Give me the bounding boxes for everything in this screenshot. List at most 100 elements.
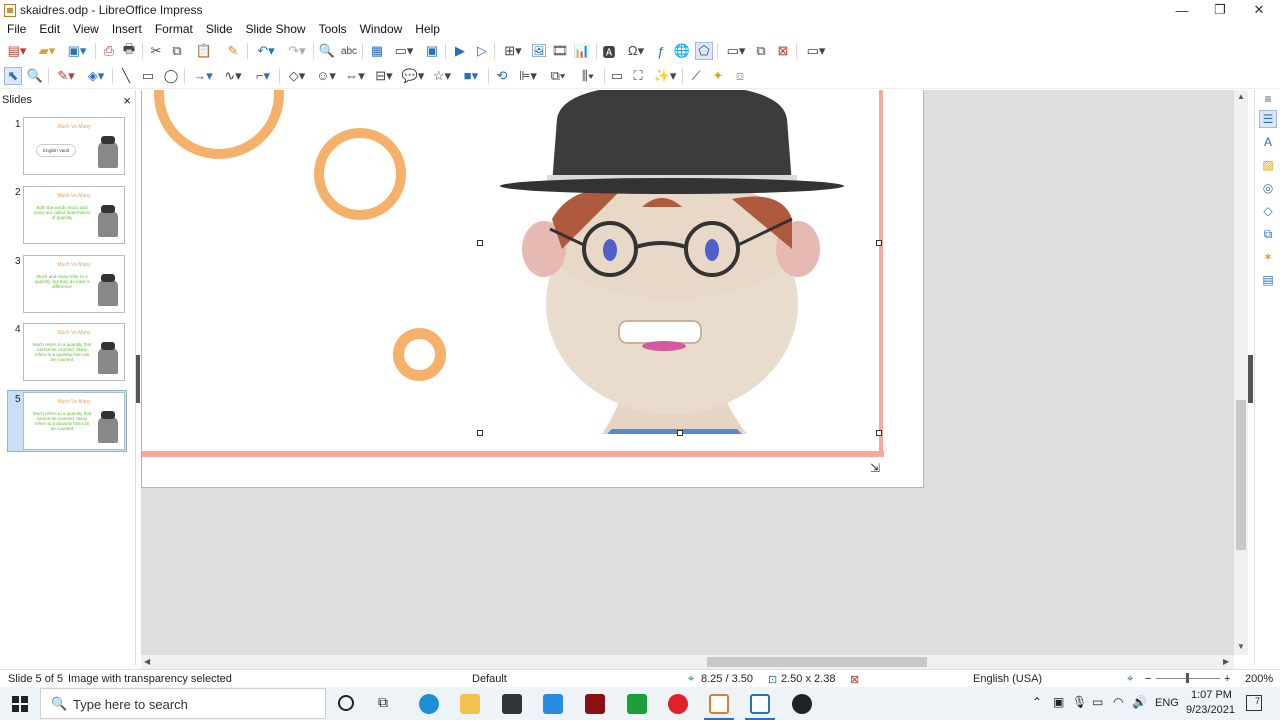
- slide-workarea[interactable]: ⇲: [141, 90, 1234, 655]
- impress-taskbar-icon[interactable]: [709, 694, 729, 714]
- scroll-thumb[interactable]: [707, 657, 927, 667]
- volume-icon[interactable]: 🔊: [1132, 695, 1147, 709]
- tray-app-icon[interactable]: ▣: [1053, 695, 1064, 709]
- line-color-icon[interactable]: ✎▾: [52, 67, 80, 85]
- connectors-icon[interactable]: ⌐▾: [249, 67, 277, 85]
- scroll-right-icon[interactable]: ▶: [1223, 657, 1229, 666]
- slide-thumbnail-5[interactable]: Much Vs Many Much refers to a quantity t…: [23, 392, 125, 450]
- show-draw-functions-icon[interactable]: ⬠: [695, 42, 713, 60]
- zoom-level[interactable]: 200%: [1245, 673, 1273, 685]
- text-box-icon[interactable]: 🅰: [600, 42, 618, 60]
- sidebar-menu-icon[interactable]: ≡: [1259, 90, 1277, 108]
- distribute-icon[interactable]: ⫼▾: [574, 67, 602, 85]
- cortana-icon[interactable]: [338, 695, 354, 711]
- menu-help[interactable]: Help: [408, 22, 446, 36]
- notification-icon[interactable]: 7: [1246, 695, 1262, 711]
- zoom-out-icon[interactable]: −: [1145, 673, 1151, 685]
- taskbar-search-box[interactable]: 🔍 Type here to search: [40, 688, 326, 719]
- rotate-icon[interactable]: ⟲: [493, 67, 511, 85]
- selection-handle[interactable]: [477, 430, 483, 436]
- slide-layout-icon[interactable]: ▭▾: [802, 42, 830, 60]
- edge-browser-icon[interactable]: [419, 694, 439, 714]
- writer-taskbar-icon[interactable]: [750, 694, 770, 714]
- slide-transition-icon[interactable]: ⧉: [1259, 225, 1277, 243]
- character-image[interactable]: [492, 90, 852, 439]
- ellipse-tool-icon[interactable]: ◯: [162, 67, 180, 85]
- media-icon[interactable]: 🎞: [551, 42, 569, 60]
- menu-slide[interactable]: Slide: [199, 22, 239, 36]
- fit-slide-icon[interactable]: ⌖: [1127, 673, 1133, 686]
- shapes-icon[interactable]: ◇: [1259, 202, 1277, 220]
- styles-icon[interactable]: A: [1259, 133, 1277, 151]
- points-icon[interactable]: ⟋: [687, 67, 705, 85]
- slide-layout-name[interactable]: Default: [472, 673, 507, 685]
- selection-handle[interactable]: [876, 430, 882, 436]
- panel-collapse-handle[interactable]: [136, 355, 140, 403]
- find-replace-icon[interactable]: 🔍: [318, 42, 336, 60]
- slide-thumbnail-4[interactable]: Much Vs Many Much refers to a quantity t…: [23, 323, 125, 381]
- line-tool-icon[interactable]: ╲: [117, 67, 135, 85]
- start-first-slide-icon[interactable]: ▶: [451, 42, 469, 60]
- shadow-icon[interactable]: ▭: [608, 67, 626, 85]
- menu-format[interactable]: Format: [148, 22, 199, 36]
- selection-handle[interactable]: [876, 240, 882, 246]
- navigator-icon[interactable]: ◎: [1259, 179, 1277, 197]
- slides-panel-close-icon[interactable]: ×: [123, 93, 131, 108]
- open-folder-icon[interactable]: ▰▾: [33, 42, 61, 60]
- menu-file[interactable]: File: [0, 22, 32, 36]
- zoom-slider-thumb[interactable]: [1186, 673, 1189, 683]
- sidebar-collapse-handle[interactable]: [1248, 355, 1253, 403]
- select-arrow-icon[interactable]: ⬉: [4, 67, 22, 85]
- slide-thumbnail-2[interactable]: Much Vs Many Both the words much and man…: [23, 186, 125, 244]
- filter-icon[interactable]: ✨▾: [651, 67, 679, 85]
- close-button[interactable]: ✕: [1240, 0, 1278, 20]
- properties-icon[interactable]: ☰: [1259, 110, 1277, 128]
- menu-window[interactable]: Window: [353, 22, 409, 36]
- chart-icon[interactable]: 📊: [573, 42, 591, 60]
- menu-slide-show[interactable]: Slide Show: [239, 22, 312, 36]
- scroll-down-icon[interactable]: ▼: [1237, 642, 1245, 651]
- special-character-icon[interactable]: Ω▾: [622, 42, 650, 60]
- rectangle-tool-icon[interactable]: ▭: [139, 67, 157, 85]
- battery-icon[interactable]: ▭: [1092, 695, 1103, 709]
- slide-canvas[interactable]: [141, 90, 924, 488]
- obs-icon[interactable]: [792, 694, 812, 714]
- language-status[interactable]: English (USA): [973, 673, 1042, 685]
- stars-icon[interactable]: ☆▾: [428, 67, 456, 85]
- scroll-thumb[interactable]: [1236, 400, 1246, 550]
- clock-date[interactable]: 9/23/2021: [1186, 704, 1235, 716]
- 3d-objects-icon[interactable]: ■▾: [457, 67, 485, 85]
- master-slide-icon[interactable]: ▣: [423, 42, 441, 60]
- basic-shapes-icon[interactable]: ◇▾: [283, 67, 311, 85]
- new-slide-icon[interactable]: ▭▾: [722, 42, 750, 60]
- slide-thumbnail-3[interactable]: Much Vs Many Much and many refer to a qu…: [23, 255, 125, 313]
- toggle-extrusion-icon[interactable]: ⧈: [731, 67, 749, 85]
- vertical-scrollbar[interactable]: ▲ ▼: [1234, 90, 1248, 655]
- opera-icon[interactable]: [668, 694, 688, 714]
- menu-view[interactable]: View: [66, 22, 105, 36]
- duplicate-slide-icon[interactable]: ⧉: [752, 42, 770, 60]
- curves-icon[interactable]: ∿▾: [219, 67, 247, 85]
- microphone-icon[interactable]: 🎙: [1072, 695, 1087, 709]
- scroll-left-icon[interactable]: ◀: [144, 657, 150, 666]
- spelling-icon[interactable]: abc: [340, 42, 358, 60]
- selection-handle[interactable]: [677, 430, 683, 436]
- menu-insert[interactable]: Insert: [105, 22, 148, 36]
- export-pdf-icon[interactable]: ⎙: [100, 42, 118, 60]
- xbox-icon[interactable]: [627, 694, 647, 714]
- delete-slide-icon[interactable]: ⊠: [774, 42, 792, 60]
- clone-formatting-icon[interactable]: ✎: [224, 42, 242, 60]
- arrange-icon[interactable]: ⧉▾: [544, 67, 572, 85]
- block-arrows-icon[interactable]: ⇔▾: [341, 67, 369, 85]
- cut-icon[interactable]: ✂: [147, 42, 165, 60]
- zoom-in-icon[interactable]: +: [1224, 673, 1230, 685]
- symbol-shapes-icon[interactable]: ☺▾: [312, 67, 340, 85]
- undo-icon[interactable]: ↶▾: [252, 42, 280, 60]
- hyperlink-icon[interactable]: 🌐: [673, 42, 691, 60]
- clock-time[interactable]: 1:07 PM: [1191, 689, 1232, 701]
- glue-points-icon[interactable]: ✦: [709, 67, 727, 85]
- animation-icon[interactable]: ✶: [1259, 248, 1277, 266]
- flowchart-icon[interactable]: ⊟▾: [370, 67, 398, 85]
- fontwork-icon[interactable]: ƒ: [652, 42, 670, 60]
- align-objects-icon[interactable]: ⊫▾: [514, 67, 542, 85]
